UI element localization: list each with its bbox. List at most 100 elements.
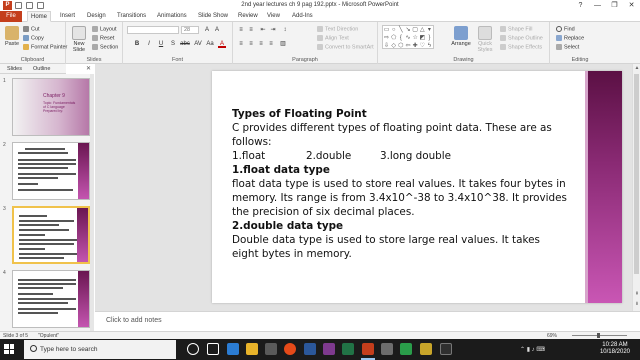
slide-thumbnail-4[interactable] <box>12 270 90 328</box>
tab-view[interactable]: View <box>264 11 283 22</box>
zoom-slider-knob[interactable] <box>597 333 600 338</box>
bracket-shape-icon[interactable]: } <box>426 34 433 42</box>
tab-outline[interactable]: Outline <box>30 65 53 73</box>
taskbar-search-box[interactable]: Type here to search <box>24 340 176 359</box>
notes-app-icon[interactable] <box>420 343 432 355</box>
layout-button[interactable]: Layout <box>92 26 117 32</box>
slide-thumbnail-2[interactable] <box>12 142 90 200</box>
arrange-button[interactable]: Arrange <box>450 26 472 47</box>
excel-icon[interactable] <box>342 343 354 355</box>
tab-insert[interactable]: Insert <box>57 11 78 22</box>
decrease-indent-icon[interactable]: ⇤ <box>259 26 267 34</box>
oval-shape-icon[interactable]: ○ <box>390 26 397 34</box>
justify-icon[interactable]: ≡ <box>267 40 275 48</box>
brace-shape-icon[interactable]: { <box>397 34 404 42</box>
cut-button[interactable]: Cut <box>23 26 40 32</box>
tab-transitions[interactable]: Transitions <box>114 11 149 22</box>
replace-button[interactable]: Replace <box>556 35 584 41</box>
diamond-shape-icon[interactable]: ◇ <box>390 42 397 50</box>
clock[interactable]: 10:28 AM 10/18/2020 <box>600 342 630 356</box>
strikethrough-button[interactable]: abc <box>179 40 191 48</box>
increase-indent-icon[interactable]: ⇥ <box>269 26 277 34</box>
tab-file[interactable]: File <box>0 11 22 22</box>
task-view-icon[interactable] <box>207 343 219 355</box>
help-button[interactable]: ? <box>572 0 589 11</box>
notes-pane[interactable]: Click to add notes <box>95 311 640 331</box>
rectangle-shape-icon[interactable]: ▭ <box>383 26 390 34</box>
windows-start-icon[interactable] <box>4 344 14 354</box>
font-name-select[interactable] <box>127 26 179 34</box>
copy-button[interactable]: Copy <box>23 35 44 41</box>
cortana-icon[interactable] <box>187 343 199 355</box>
columns-icon[interactable]: ▥ <box>279 40 287 48</box>
numbering-icon[interactable]: ≡ <box>247 26 255 34</box>
shape-fill-button[interactable]: Shape Fill <box>500 26 532 32</box>
restore-button[interactable]: ❐ <box>606 0 623 11</box>
bold-button[interactable]: B <box>133 40 141 48</box>
text-direction-button[interactable]: Text Direction <box>317 26 358 32</box>
down-arrow-shape-icon[interactable]: ⇩ <box>383 42 390 50</box>
powerpoint-app-icon[interactable]: P <box>3 1 12 10</box>
block-arrow-shape-icon[interactable]: ⇨ <box>383 34 390 42</box>
change-case-button[interactable]: Aa <box>205 40 215 48</box>
new-slide-button[interactable]: New Slide <box>69 26 89 53</box>
shapes-gallery[interactable]: ▭ ○ ╲ ↘ ▢ △ ▾ ⇨ ⬠{∿ ☆ ◩} ⇩ ◇ ⬡ ⇦ ✚ ♡ ϟ <box>382 25 434 49</box>
section-button[interactable]: Section <box>92 44 118 50</box>
scroll-up-icon[interactable]: ▲ <box>633 65 640 71</box>
chrome-icon[interactable] <box>284 343 296 355</box>
cross-shape-icon[interactable]: ✚ <box>412 42 419 50</box>
edge-icon[interactable] <box>227 343 239 355</box>
tab-review[interactable]: Review <box>235 11 261 22</box>
word-icon[interactable] <box>304 343 316 355</box>
redo-icon[interactable] <box>37 2 44 9</box>
convert-smartart-button[interactable]: Convert to SmartArt <box>317 44 374 50</box>
grow-font-icon[interactable]: A <box>203 26 211 34</box>
shape-effects-button[interactable]: Shape Effects <box>500 44 542 50</box>
underline-button[interactable]: U <box>157 40 165 48</box>
line-shape-icon[interactable]: ╲ <box>397 26 404 34</box>
align-left-icon[interactable]: ≡ <box>237 40 245 48</box>
tab-slide-show[interactable]: Slide Show <box>195 11 231 22</box>
left-arrow-shape-icon[interactable]: ⇦ <box>404 42 411 50</box>
slide-thumbnail-1[interactable]: Chapter 9 Topic: Fundamentals of C langu… <box>12 78 90 136</box>
bullets-icon[interactable]: ≡ <box>237 26 245 34</box>
next-slide-icon[interactable]: ⇟ <box>633 301 640 307</box>
tab-animations[interactable]: Animations <box>154 11 190 22</box>
format-painter-button[interactable]: Format Painter <box>23 44 67 50</box>
scroll-thumb[interactable] <box>634 74 639 274</box>
heart-shape-icon[interactable]: ♡ <box>419 42 426 50</box>
tab-design[interactable]: Design <box>84 11 109 22</box>
spacing-button[interactable]: AV <box>193 40 203 48</box>
onenote-icon[interactable] <box>323 343 335 355</box>
find-button[interactable]: Find <box>556 26 575 32</box>
italic-button[interactable]: I <box>145 40 153 48</box>
store-icon[interactable] <box>265 343 277 355</box>
more-shapes-icon[interactable]: ▾ <box>426 26 433 34</box>
slide-text-box[interactable]: Types of Floating Point C provides diffe… <box>232 107 567 261</box>
slide-thumbnail-3[interactable] <box>12 206 90 264</box>
thumbnail-scrollbar[interactable] <box>90 74 94 331</box>
save-icon[interactable] <box>15 2 22 9</box>
pentagon-shape-icon[interactable]: ⬠ <box>390 34 397 42</box>
select-button[interactable]: Select <box>556 44 579 50</box>
terminal-icon[interactable] <box>440 343 452 355</box>
app-icon[interactable] <box>381 343 393 355</box>
tab-add-ins[interactable]: Add-Ins <box>289 11 316 22</box>
line-spacing-icon[interactable]: ↕ <box>281 26 289 34</box>
powerpoint-taskbar-icon[interactable] <box>362 343 374 355</box>
align-right-icon[interactable]: ≡ <box>257 40 265 48</box>
close-button[interactable]: ✕ <box>623 0 640 11</box>
quick-styles-button[interactable]: Quick Styles <box>474 26 496 53</box>
align-text-button[interactable]: Align Text <box>317 35 349 41</box>
undo-icon[interactable] <box>26 2 33 9</box>
lightning-shape-icon[interactable]: ϟ <box>426 42 433 50</box>
minimize-button[interactable]: — <box>589 0 606 11</box>
system-tray-icons[interactable]: ⌃ ▮ ♪ ⌨ <box>520 346 545 353</box>
font-size-select[interactable]: 28 <box>181 26 199 34</box>
tab-home[interactable]: Home <box>27 11 52 22</box>
paste-button[interactable]: Paste <box>3 26 21 47</box>
tab-slides[interactable]: Slides <box>4 65 25 73</box>
media-icon[interactable] <box>400 343 412 355</box>
slide-scrollbar[interactable]: ▲ ⇞ ⇟ <box>632 64 640 311</box>
triangle-shape-icon[interactable]: △ <box>419 26 426 34</box>
